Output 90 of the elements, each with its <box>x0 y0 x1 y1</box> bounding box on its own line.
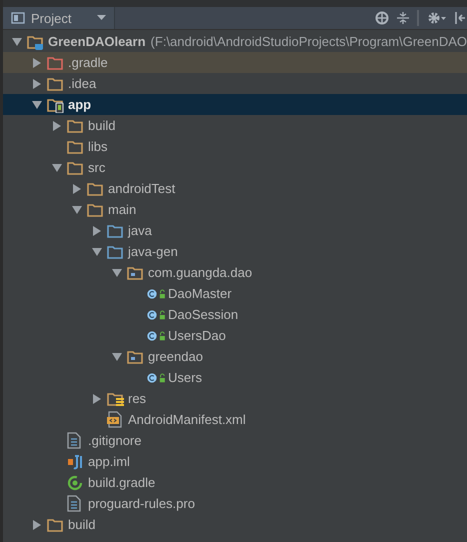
folder-icon <box>67 138 83 154</box>
tree-row[interactable]: Users <box>3 367 467 388</box>
item-label: .idea <box>68 76 96 91</box>
item-label: src <box>88 160 106 175</box>
tree-row[interactable]: greendao <box>3 346 467 367</box>
tree-row[interactable]: java <box>3 220 467 241</box>
item-label: DaoSession <box>168 307 238 322</box>
hide-panel-icon[interactable] <box>455 11 465 25</box>
expanded-arrow-icon[interactable] <box>111 352 123 362</box>
folder-icon <box>107 222 123 238</box>
item-label: java <box>128 223 152 238</box>
project-path: (F:\android\AndroidStudioProjects\Program\GreenDAO <box>150 34 467 49</box>
collapsed-arrow-icon[interactable] <box>32 78 42 90</box>
collapsed-arrow-icon[interactable] <box>52 120 62 132</box>
collapsed-arrow-icon[interactable] <box>92 392 102 404</box>
text-file-icon <box>67 495 81 512</box>
expanded-arrow-icon[interactable] <box>71 204 83 214</box>
item-label: .gitignore <box>88 433 142 448</box>
collapsed-arrow-icon[interactable] <box>92 224 102 236</box>
tree-row[interactable]: .idea <box>3 73 467 94</box>
folder-icon <box>87 202 103 218</box>
tree-row[interactable]: res <box>3 388 467 409</box>
item-label: main <box>108 202 136 217</box>
tree-row[interactable]: build <box>3 115 467 136</box>
tree-row[interactable]: DaoSession <box>3 304 467 325</box>
item-label: GreenDAOlearn <box>48 34 146 49</box>
caret-icon <box>97 15 106 21</box>
item-label: app <box>68 97 92 112</box>
tree-row[interactable]: build.gradle <box>3 472 467 493</box>
tree-row[interactable]: com.guangda.dao <box>3 262 467 283</box>
item-label: proguard-rules.pro <box>88 496 195 511</box>
item-label: UsersDao <box>168 328 226 343</box>
expanded-arrow-icon[interactable] <box>91 246 103 256</box>
tree-row[interactable]: main <box>3 199 467 220</box>
item-label: build <box>88 118 116 133</box>
item-label: app.iml <box>88 454 130 469</box>
target-icon[interactable] <box>375 11 389 25</box>
folder-icon <box>87 180 103 196</box>
tree-row[interactable]: AndroidManifest.xml <box>3 409 467 430</box>
module-file-icon <box>67 454 83 470</box>
item-label: greendao <box>148 349 203 364</box>
folder-icon <box>67 118 83 134</box>
item-label: java-gen <box>128 244 178 259</box>
tree-row[interactable]: libs <box>3 136 467 157</box>
item-label: libs <box>88 139 108 154</box>
expanded-arrow-icon[interactable] <box>51 162 63 172</box>
item-label: com.guangda.dao <box>148 265 252 280</box>
item-label: Users <box>168 370 202 385</box>
expanded-arrow-icon[interactable] <box>111 268 123 278</box>
item-label: androidTest <box>108 181 176 196</box>
folder-cup-icon <box>27 34 45 50</box>
xml-file-icon <box>107 411 123 428</box>
folder-icon <box>47 76 63 92</box>
tree-row[interactable]: GreenDAOlearn (F:\android\AndroidStudioProjects\Program\GreenDAO <box>3 31 467 52</box>
tree-row[interactable]: proguard-rules.pro <box>3 493 467 514</box>
item-label: .gradle <box>68 55 108 70</box>
resource-folder-icon <box>107 390 125 406</box>
collapsed-arrow-icon[interactable] <box>32 56 42 68</box>
item-label: AndroidManifest.xml <box>128 412 246 427</box>
collapsed-arrow-icon[interactable] <box>32 518 42 530</box>
folder-icon <box>47 516 63 532</box>
package-folder-icon <box>127 264 143 280</box>
tree-row[interactable]: build <box>3 514 467 535</box>
tree-row[interactable]: src <box>3 157 467 178</box>
tree-row[interactable]: UsersDao <box>3 325 467 346</box>
expanded-arrow-icon[interactable] <box>31 100 43 110</box>
tree-row[interactable]: java-gen <box>3 241 467 262</box>
folder-icon <box>47 54 63 70</box>
project-view-icon <box>11 11 25 25</box>
tree-row[interactable]: app.iml <box>3 451 467 472</box>
tree-row[interactable]: app <box>3 94 467 115</box>
tree-row[interactable]: DaoMaster <box>3 283 467 304</box>
tree-row[interactable]: androidTest <box>3 178 467 199</box>
item-label: res <box>128 391 146 406</box>
collapse-all-icon[interactable] <box>397 11 409 25</box>
folder-phone-icon <box>47 96 65 112</box>
settings-icon[interactable] <box>427 11 447 25</box>
package-folder-icon <box>127 348 143 364</box>
text-file-icon <box>67 432 81 449</box>
item-label: build <box>68 517 96 532</box>
gradle-file-icon <box>67 474 83 490</box>
item-label: build.gradle <box>88 475 156 490</box>
collapsed-arrow-icon[interactable] <box>72 182 82 194</box>
folder-icon <box>67 160 83 176</box>
folder-icon <box>107 244 123 260</box>
item-label: DaoMaster <box>168 286 232 301</box>
view-selector[interactable]: Project <box>3 7 115 29</box>
tree-row[interactable]: .gitignore <box>3 430 467 451</box>
tree-row[interactable]: .gradle <box>3 52 467 73</box>
expanded-arrow-icon[interactable] <box>11 36 23 46</box>
